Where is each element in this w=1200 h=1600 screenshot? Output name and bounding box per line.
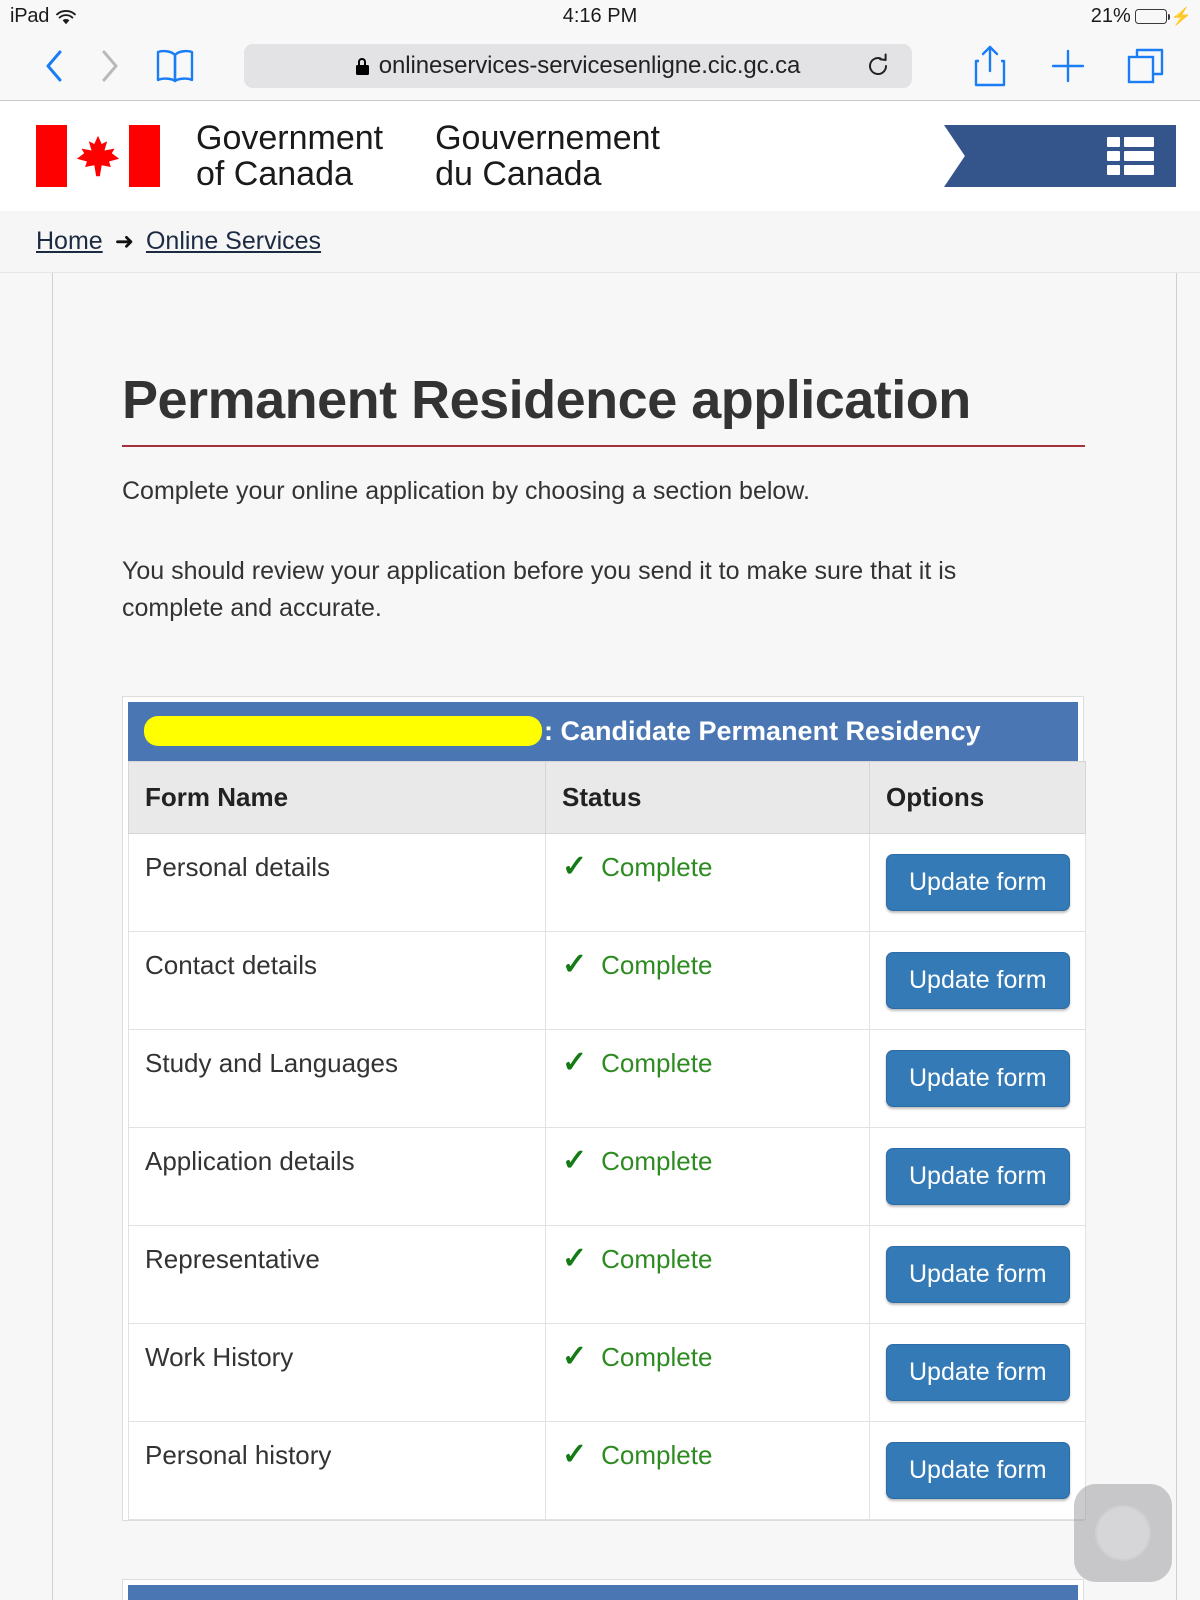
status-cell: ✓ Complete xyxy=(545,1322,870,1422)
form-name-label: Study and Languages xyxy=(145,1047,398,1078)
form-name-label: Representative xyxy=(145,1243,320,1274)
government-of-canada-header: Government of Canada Gouvernement du Can… xyxy=(0,101,1200,211)
options-cell: Update form xyxy=(869,1126,1086,1226)
status-cell: ✓ Complete xyxy=(545,1420,870,1520)
breadcrumb-arrow-icon: ➜ xyxy=(114,228,134,254)
check-icon: ✓ xyxy=(562,947,588,981)
options-cell: Update form xyxy=(869,1028,1086,1128)
candidate-forms-card: : Candidate Permanent Residency Form Nam… xyxy=(122,695,1086,1521)
options-cell: Update form xyxy=(869,1322,1086,1422)
candidate-forms-header-text: : Candidate Permanent Residency xyxy=(544,715,981,746)
status-label: Complete xyxy=(601,1145,713,1176)
battery-icon xyxy=(1134,8,1171,24)
menu-list-icon xyxy=(1107,137,1154,175)
table-row: Application details ✓ Complete Update for… xyxy=(128,1126,1086,1226)
table-row: Contact details ✓ Complete Update form xyxy=(128,930,1086,1030)
lock-icon xyxy=(355,57,369,75)
status-bar-clock: 4:16 PM xyxy=(562,4,638,27)
check-icon: ✓ xyxy=(562,1437,588,1471)
status-cell: ✓ Complete xyxy=(545,930,870,1030)
reload-icon[interactable] xyxy=(866,53,890,79)
status-cell: ✓ Complete xyxy=(545,1224,870,1324)
table-row: Study and Languages ✓ Complete Update for… xyxy=(128,1028,1086,1128)
url-text: onlineservices-servicesenligne.cic.gc.ca xyxy=(378,52,801,79)
plus-icon[interactable] xyxy=(1040,43,1096,89)
update-form-button[interactable]: Update form xyxy=(886,1245,1070,1303)
forward-button[interactable] xyxy=(82,43,138,89)
tabs-icon[interactable] xyxy=(1118,43,1174,89)
check-icon: ✓ xyxy=(562,1339,588,1373)
table-row: Personal history ✓ Complete Update form xyxy=(128,1420,1086,1520)
intro-text: Complete your online application by choo… xyxy=(122,477,810,505)
web-page-viewport: Government of Canada Gouvernement du Can… xyxy=(0,101,1200,1600)
status-label: Complete xyxy=(601,949,713,980)
form-name-label: Personal details xyxy=(145,851,330,882)
form-name-cell: Personal history xyxy=(128,1420,546,1520)
content-frame: Permanent Residence application Complete… xyxy=(0,273,1200,1600)
breadcrumb-home-link[interactable]: Home xyxy=(36,227,103,256)
breadcrumb: Home ➜ Online Services xyxy=(0,211,1200,273)
goc-wordmark: Government of Canada Gouvernement du Can… xyxy=(196,118,660,193)
status-cell: ✓ Complete xyxy=(545,832,870,932)
form-name-cell: Study and Languages xyxy=(128,1028,546,1128)
share-icon[interactable] xyxy=(962,43,1018,89)
form-name-label: Personal history xyxy=(145,1439,332,1470)
wordmark-english: Government of Canada xyxy=(196,118,384,193)
status-label: Complete xyxy=(601,1341,713,1372)
update-form-button[interactable]: Update form xyxy=(886,853,1070,911)
options-cell: Update form xyxy=(869,1224,1086,1324)
update-form-button[interactable]: Update form xyxy=(886,1343,1070,1401)
update-form-button[interactable]: Update form xyxy=(886,1147,1070,1205)
bookmarks-button[interactable] xyxy=(154,48,196,84)
redacted-applicant-name xyxy=(144,716,542,747)
update-form-button[interactable]: Update form xyxy=(886,1441,1070,1499)
status-label: Complete xyxy=(601,1439,713,1470)
options-cell: Update form xyxy=(869,832,1086,932)
check-icon: ✓ xyxy=(562,1045,588,1079)
table-row: Representative ✓ Complete Update form xyxy=(128,1224,1086,1324)
menu-button[interactable] xyxy=(944,125,1176,187)
check-icon: ✓ xyxy=(562,1143,588,1177)
options-cell: Update form xyxy=(869,1420,1086,1520)
breadcrumb-online-services-link[interactable]: Online Services xyxy=(146,227,321,256)
page-title: Permanent Residence application xyxy=(122,369,1085,447)
column-header-options: Options xyxy=(869,760,1086,834)
ios-status-bar: iPad 4:16 PM 21% ⚡ xyxy=(0,0,1200,32)
main-content: Permanent Residence application Complete… xyxy=(0,273,1086,1600)
form-name-label: Work History xyxy=(145,1341,294,1372)
canada-flag-icon xyxy=(36,125,160,187)
review-note-text: You should review your application befor… xyxy=(122,557,957,622)
table-row: Work History ✓ Complete Update form xyxy=(128,1322,1086,1422)
check-icon: ✓ xyxy=(562,849,588,883)
status-label: Complete xyxy=(601,1243,713,1274)
column-header-form-name: Form Name xyxy=(128,760,546,834)
safari-toolbar: onlineservices-servicesenligne.cic.gc.ca xyxy=(0,32,1200,101)
status-label: Complete xyxy=(601,1047,713,1078)
table-row: Personal details ✓ Complete Update form xyxy=(128,832,1086,932)
update-form-button[interactable]: Update form xyxy=(886,1049,1070,1107)
form-name-cell: Personal details xyxy=(128,832,546,932)
options-cell: Update form xyxy=(869,930,1086,1030)
update-form-button[interactable]: Update form xyxy=(886,951,1070,1009)
status-cell: ✓ Complete xyxy=(545,1028,870,1128)
status-cell: ✓ Complete xyxy=(545,1126,870,1226)
check-icon: ✓ xyxy=(562,1241,588,1275)
column-header-status: Status xyxy=(545,760,870,834)
back-button[interactable] xyxy=(26,43,82,89)
wordmark-french: Gouvernement du Canada xyxy=(435,118,660,193)
form-name-label: Application details xyxy=(145,1145,355,1176)
form-name-cell: Representative xyxy=(128,1224,546,1324)
form-name-cell: Contact details xyxy=(128,930,546,1030)
form-name-label: Contact details xyxy=(145,949,317,980)
status-label: Complete xyxy=(601,851,713,882)
spouse-forms-card-header: Rennel Ortiz Ramos: PR Spouse Form xyxy=(128,1584,1078,1600)
table-header-row: Form Name Status Options xyxy=(128,760,1086,834)
candidate-forms-table: Form Name Status Options Personal detail… xyxy=(128,760,1086,1520)
spouse-forms-card: Rennel Ortiz Ramos: PR Spouse Form xyxy=(122,1578,1084,1600)
address-bar[interactable]: onlineservices-servicesenligne.cic.gc.ca xyxy=(244,44,912,88)
candidate-forms-card-header: : Candidate Permanent Residency xyxy=(128,701,1078,761)
form-name-cell: Application details xyxy=(128,1126,546,1226)
form-name-cell: Work History xyxy=(128,1322,546,1422)
